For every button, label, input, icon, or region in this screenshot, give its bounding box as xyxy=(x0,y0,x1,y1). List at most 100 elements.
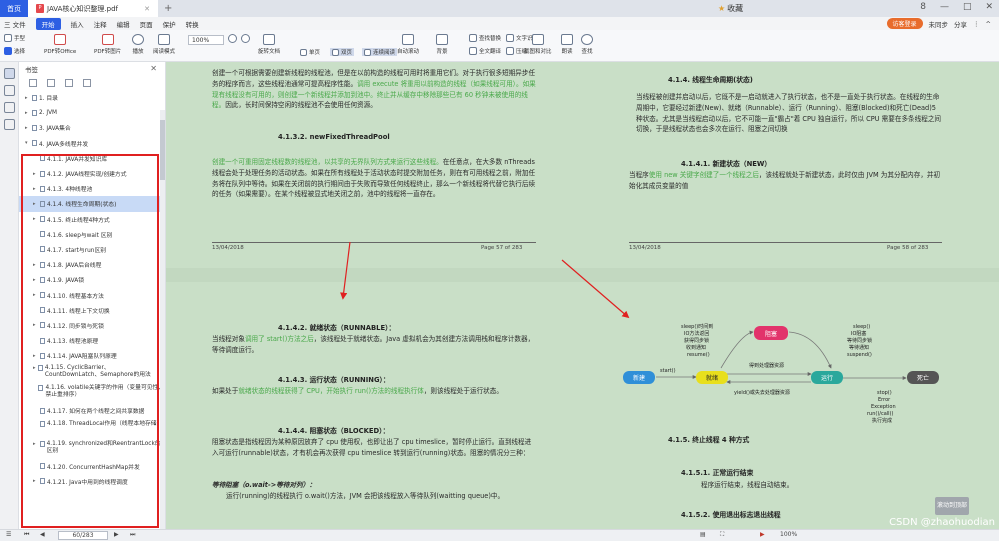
expand-arrow-icon[interactable]: ▸ xyxy=(33,262,40,268)
expand-arrow-icon[interactable]: ▸ xyxy=(33,353,40,359)
bookmark-item[interactable]: ▸ 4.1.5. 终止线程4种方式 xyxy=(19,212,165,227)
bookmark-item[interactable]: 4.1.17. 如何在两个线程之间共享数据 xyxy=(19,403,165,418)
bookmark-item[interactable]: ▸ 4.1.4. 线程生命周期(状态) xyxy=(19,196,165,212)
rotate-document-button[interactable]: 旋转文档 xyxy=(258,34,280,55)
maximize-button[interactable]: □ xyxy=(963,2,972,12)
expand-arrow-icon[interactable]: ▸ xyxy=(33,201,40,207)
bookmark-item[interactable]: ▸ 3. JAVA集合 xyxy=(19,120,165,135)
expand-arrow-icon[interactable]: ▸ xyxy=(33,292,40,298)
expand-arrow-icon[interactable]: ▸ xyxy=(33,441,40,448)
minimize-button[interactable]: — xyxy=(940,2,949,12)
read-aloud-button[interactable]: 朗读 xyxy=(561,34,573,55)
menu-protect[interactable]: 保护 xyxy=(163,19,176,29)
continuous-reading-button[interactable]: 连续阅读 xyxy=(362,48,398,56)
new-tab-button[interactable]: + xyxy=(158,0,178,17)
bookmark-item[interactable]: ▸ 4.1.8. JAVA后台线程 xyxy=(19,257,165,272)
expand-arrow-icon[interactable]: ▸ xyxy=(25,125,32,131)
expand-arrow-icon[interactable]: ▸ xyxy=(33,216,40,222)
bookmark-item[interactable]: ▸ 1. 目录 xyxy=(19,90,165,105)
next-page-icon[interactable]: ▶ xyxy=(114,531,119,538)
play-slideshow-icon[interactable]: ▶ xyxy=(760,531,765,538)
zoom-select[interactable]: 100% xyxy=(188,35,224,45)
reading-mode-button[interactable]: 阅读模式 xyxy=(153,34,175,55)
double-page-button[interactable]: 双页 xyxy=(330,48,355,56)
bookmark-item[interactable]: 4.1.1. JAVA并发知识库 xyxy=(19,151,165,166)
document-view[interactable]: 创建一个可根据需要创建新线程的线程池，但是在以前构造的线程可用时将重用它们。对于… xyxy=(166,62,999,529)
scroll-to-top-button[interactable]: 滚动到顶部 xyxy=(935,497,969,515)
bookmark-item[interactable]: ▸ 4.1.3. 4种线程池 xyxy=(19,181,165,196)
share-button[interactable]: 分享 xyxy=(954,19,967,29)
bookmark-item[interactable]: ▸ 4.1.2. JAVA线程实现/创建方式 xyxy=(19,166,165,181)
pdf-to-office-button[interactable]: PDF转Office xyxy=(44,34,76,55)
fit-page-icon[interactable]: ⛶ xyxy=(720,531,724,539)
prev-page-icon[interactable]: ◀ xyxy=(40,531,45,538)
bookmark-item[interactable]: ▸ 4.1.21. Java中用到的线程调度 xyxy=(19,474,165,489)
auto-scroll-button[interactable]: 自动滚动 xyxy=(397,34,419,55)
bookmark-item[interactable]: ▸ 4.1.19. synchronized和ReentrantLock的区别 xyxy=(19,439,165,459)
attachments-panel-icon[interactable] xyxy=(3,102,15,113)
bookmark-item[interactable]: 4.1.6. sleep与wait 区别 xyxy=(19,227,165,242)
background-button[interactable]: 背景 xyxy=(436,34,448,55)
expand-arrow-icon[interactable]: ▾ xyxy=(25,140,32,146)
full-translate-button[interactable]: 全文翻译 xyxy=(469,47,501,55)
guest-login-button[interactable]: 访客登录 xyxy=(886,18,923,29)
play-button[interactable]: 播放 xyxy=(132,34,144,55)
menu-convert[interactable]: 转换 xyxy=(186,19,199,29)
bookmark-item[interactable]: ▸ 2. JVM xyxy=(19,105,165,120)
close-panel-icon[interactable]: ✕ xyxy=(150,64,157,73)
menu-edit[interactable]: 编辑 xyxy=(117,19,130,29)
bookmark-item[interactable]: 4.1.13. 线程池原理 xyxy=(19,333,165,348)
close-tab-icon[interactable]: ✕ xyxy=(144,5,150,13)
bookmark-item[interactable]: ▸ 4.1.10. 线程基本方法 xyxy=(19,287,165,302)
expand-arrow-icon[interactable]: ▸ xyxy=(33,322,40,328)
bookmark-settings-icon[interactable] xyxy=(83,79,91,87)
menu-start[interactable]: 开始 xyxy=(35,17,61,30)
tab-document[interactable]: P JAVA核心知识整理.pdf ✕ xyxy=(28,0,158,17)
sidebar-toggle-icon[interactable]: ☰ xyxy=(6,531,11,538)
bookmark-item[interactable]: ▸ 4.1.15. CyclicBarrier、CountDownLatch、Se… xyxy=(19,363,165,383)
menu-file[interactable]: 三 文件 xyxy=(4,19,26,29)
bookmark-scroll-thumb[interactable] xyxy=(160,120,165,180)
annotations-panel-icon[interactable] xyxy=(3,119,15,130)
view-mode-icon[interactable]: ▤ xyxy=(700,531,706,538)
bookmark-item[interactable]: ▸ 4.1.12. 同步锁与死锁 xyxy=(19,318,165,333)
delete-bookmark-icon[interactable] xyxy=(65,79,73,87)
window-menu-button[interactable]: 8 xyxy=(920,2,926,12)
first-page-icon[interactable]: ⏮ xyxy=(24,531,29,539)
single-page-button[interactable]: 单页 xyxy=(300,48,320,56)
bookmark-item[interactable]: 4.1.16. volatile关键字的作用（变量可见性、禁止重排序） xyxy=(19,383,165,403)
find-replace-button[interactable]: 查找替换 xyxy=(469,34,501,42)
bookmark-item[interactable]: 4.1.18. ThreadLocal作用（线程本地存储） xyxy=(19,419,165,439)
expand-arrow-icon[interactable]: ▸ xyxy=(33,478,40,484)
zoom-out-icon[interactable] xyxy=(228,34,237,43)
add-bookmark-icon[interactable] xyxy=(47,79,55,87)
expand-arrow-icon[interactable]: ▸ xyxy=(25,110,32,116)
pdf-to-image-button[interactable]: PDF转图片 xyxy=(94,34,121,55)
zoom-in-icon[interactable] xyxy=(241,34,250,43)
expand-arrow-icon[interactable]: ▸ xyxy=(33,277,40,283)
collapse-ribbon-icon[interactable]: ^ xyxy=(986,20,991,28)
last-page-icon[interactable]: ⏭ xyxy=(130,531,135,539)
bookmark-item[interactable]: 4.1.11. 线程上下文切换 xyxy=(19,303,165,318)
thumbnails-panel-icon[interactable] xyxy=(3,85,15,96)
sync-status[interactable]: 未同步 xyxy=(929,19,949,29)
bookmark-item[interactable]: ▾ 4. JAVA多线程并发 xyxy=(19,136,165,151)
expand-all-icon[interactable] xyxy=(29,79,37,87)
hand-tool-button[interactable]: 手型 xyxy=(4,34,25,42)
expand-arrow-icon[interactable]: ▸ xyxy=(25,95,32,101)
bookmarks-panel-icon[interactable] xyxy=(3,68,15,79)
bookmark-item[interactable]: ▸ 4.1.14. JAVA阻塞队列原理 xyxy=(19,348,165,363)
expand-arrow-icon[interactable]: ▸ xyxy=(33,186,40,192)
zoom-level[interactable]: 100% xyxy=(780,531,797,538)
bookmark-item[interactable]: 4.1.7. start与run区别 xyxy=(19,242,165,257)
expand-arrow-icon[interactable]: ▸ xyxy=(33,171,40,177)
menu-annotate[interactable]: 注释 xyxy=(94,19,107,29)
menu-insert[interactable]: 插入 xyxy=(71,19,84,29)
more-menu-icon[interactable]: ⋮ xyxy=(973,20,980,28)
find-button[interactable]: 查找 xyxy=(581,34,593,55)
page-number-input[interactable]: 60/283 xyxy=(58,531,108,540)
tab-home[interactable]: 首页 xyxy=(0,0,28,17)
menu-page[interactable]: 页面 xyxy=(140,19,153,29)
favorites-button[interactable]: ★ 收藏 xyxy=(718,3,743,14)
screenshot-compare-button[interactable]: 截图和对比 xyxy=(524,34,552,55)
